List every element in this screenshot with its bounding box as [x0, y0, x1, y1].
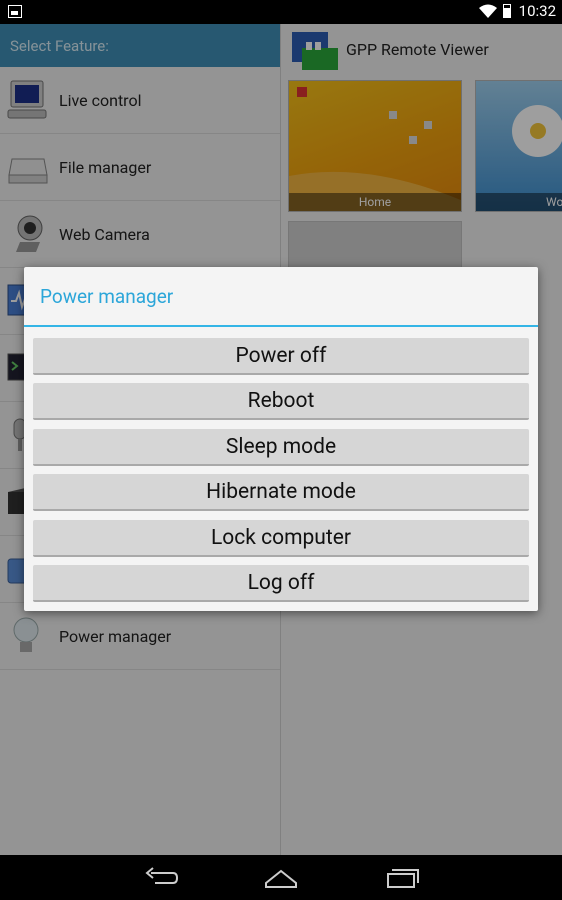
status-bar: 10:32	[0, 0, 562, 24]
status-icons: 10:32	[478, 2, 556, 20]
image-notification-icon	[8, 5, 22, 18]
reboot-button[interactable]: Reboot	[33, 383, 529, 420]
battery-icon	[502, 4, 511, 18]
back-icon[interactable]	[143, 865, 179, 891]
power-manager-dialog: Power manager Power off Reboot Sleep mod…	[24, 267, 538, 611]
status-time: 10:32	[518, 2, 556, 20]
power-off-button[interactable]: Power off	[33, 338, 529, 375]
navigation-bar	[0, 855, 562, 900]
dialog-title: Power manager	[24, 267, 538, 327]
wifi-icon	[478, 4, 497, 18]
lock-computer-button[interactable]: Lock computer	[33, 520, 529, 557]
recent-apps-icon[interactable]	[384, 865, 420, 891]
sleep-mode-button[interactable]: Sleep mode	[33, 429, 529, 466]
hibernate-mode-button[interactable]: Hibernate mode	[33, 474, 529, 511]
log-off-button[interactable]: Log off	[33, 565, 529, 602]
home-icon[interactable]	[263, 865, 299, 891]
